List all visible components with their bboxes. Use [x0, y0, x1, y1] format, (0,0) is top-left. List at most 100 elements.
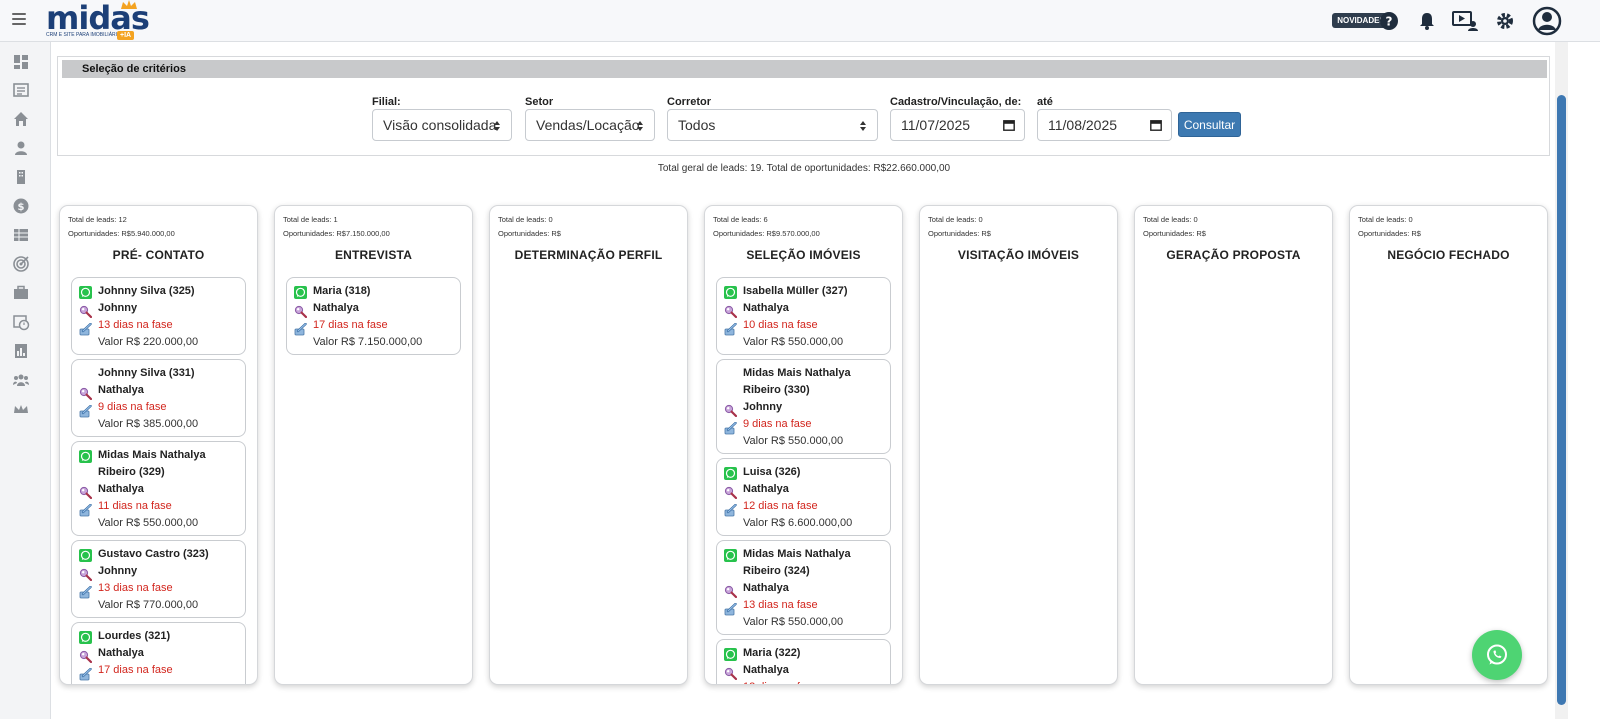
whatsapp-icon[interactable] — [79, 549, 92, 562]
whatsapp-icon[interactable] — [724, 648, 737, 661]
lead-name: Johnny Silva (325) — [98, 285, 195, 297]
user-avatar-icon[interactable] — [1532, 6, 1562, 36]
edit-lead-icon[interactable] — [79, 404, 92, 418]
lead-broker: Nathalya — [98, 483, 144, 495]
crown-icon[interactable] — [12, 400, 30, 418]
whatsapp-chat-button[interactable] — [1472, 630, 1522, 680]
search-property-icon[interactable] — [79, 387, 93, 401]
search-property-icon[interactable] — [79, 486, 93, 500]
lead-card-details: Maria (322) Nathalya 12 dias na fase — [743, 645, 888, 684]
search-property-icon[interactable] — [79, 650, 93, 664]
lead-value: Valor R$ 770.000,00 — [98, 599, 199, 611]
setor-select[interactable]: Vendas/Locação — [525, 109, 655, 141]
select-caret-icon — [494, 121, 500, 131]
home-icon[interactable] — [12, 110, 30, 128]
team-icon[interactable] — [12, 371, 30, 389]
lead-card[interactable]: Midas Mais Nathalya Ribeiro (329) Nathaly… — [71, 441, 246, 536]
edit-lead-icon[interactable] — [294, 322, 307, 336]
search-property-icon[interactable] — [294, 305, 308, 319]
kanban-column: Total de leads: 0 Oportunidades: R$ GERAÇÃ… — [1134, 205, 1333, 685]
search-property-icon[interactable] — [724, 486, 738, 500]
table-icon[interactable] — [12, 226, 30, 244]
select-caret-icon — [637, 121, 643, 131]
lead-card[interactable]: Johnny Silva (325) Johnny 13 dias na fase V… — [71, 277, 246, 355]
lead-card[interactable]: Maria (318) Nathalya 17 dias na fase Valor … — [286, 277, 461, 355]
scrollbar-thumb[interactable] — [1557, 95, 1566, 705]
menu-hamburger-icon[interactable] — [12, 13, 26, 25]
bell-icon[interactable] — [1416, 10, 1438, 32]
lead-name: Midas Mais Nathalya Ribeiro (324) — [743, 548, 851, 577]
whatsapp-icon[interactable] — [79, 450, 92, 463]
edit-lead-icon[interactable] — [79, 585, 92, 599]
lead-days-in-phase: 9 dias na fase — [98, 401, 167, 413]
logo-badge: +IA — [117, 31, 135, 40]
lead-card[interactable]: Johnny Silva (331) Nathalya 9 dias na fase… — [71, 359, 246, 437]
cadastro-date-input[interactable]: 11/07/2025 — [890, 109, 1025, 141]
corretor-select[interactable]: Todos — [667, 109, 878, 141]
whatsapp-icon[interactable] — [724, 549, 737, 562]
calendar-icon[interactable] — [1150, 119, 1162, 131]
lead-card-details: Midas Mais Nathalya Ribeiro (329) Nathaly… — [98, 447, 243, 532]
search-property-icon[interactable] — [724, 667, 738, 681]
briefcase-icon[interactable] — [12, 284, 30, 302]
lead-name: Midas Mais Nathalya Ribeiro (330) — [743, 367, 851, 396]
report-icon[interactable] — [12, 342, 30, 360]
lead-card[interactable]: Lourdes (321) Nathalya 17 dias na fase — [71, 622, 246, 684]
column-title: ENTREVISTA — [334, 248, 413, 262]
lead-card[interactable]: Midas Mais Nathalya Ribeiro (330) Johnny 9… — [716, 359, 891, 454]
lead-card[interactable]: Maria (322) Nathalya 12 dias na fase — [716, 639, 891, 684]
person-icon[interactable] — [12, 139, 30, 157]
midas-logo[interactable]: midas CRM E SITE PARA IMOBILIÁRIA +IA — [46, 0, 150, 41]
edit-lead-icon[interactable] — [724, 322, 737, 336]
consultar-button[interactable]: Consultar — [1178, 112, 1241, 137]
lead-name: Gustavo Castro (323) — [98, 548, 209, 560]
calendar-icon[interactable] — [1003, 119, 1015, 131]
search-property-icon[interactable] — [79, 305, 93, 319]
edit-lead-icon[interactable] — [724, 602, 737, 616]
filial-value: Visão consolidada — [383, 117, 497, 133]
dollar-icon[interactable]: $ — [12, 197, 30, 215]
filial-select[interactable]: Visão consolidada — [372, 109, 512, 141]
lead-card[interactable]: Luisa (326) Nathalya 12 dias na fase Valor … — [716, 458, 891, 536]
edit-lead-icon[interactable] — [724, 421, 737, 435]
cadastro-label: Cadastro/Vinculação, de: — [890, 96, 1022, 108]
lead-card[interactable]: Gustavo Castro (323) Johnny 13 dias na fas… — [71, 540, 246, 618]
lead-card-details: Midas Mais Nathalya Ribeiro (324) Nathaly… — [743, 546, 888, 631]
lead-days-in-phase: 13 dias na fase — [98, 582, 173, 594]
column-title: VISITAÇÃO IMÓVEIS — [957, 248, 1080, 262]
lead-broker: Nathalya — [743, 664, 789, 676]
gear-icon[interactable] — [1494, 10, 1516, 32]
calendar-clock-icon[interactable] — [12, 313, 30, 331]
whatsapp-icon[interactable] — [724, 286, 737, 299]
kanban-column: Total de leads: 0 Oportunidades: R$ NEGÓCI… — [1349, 205, 1548, 685]
column-title: DETERMINAÇÃO PERFIL — [514, 248, 663, 262]
whatsapp-icon[interactable] — [724, 467, 737, 480]
edit-lead-icon[interactable] — [724, 503, 737, 517]
target-icon[interactable] — [12, 255, 30, 273]
dashboard-icon[interactable] — [12, 53, 30, 71]
lead-broker: Nathalya — [98, 647, 144, 659]
search-property-icon[interactable] — [79, 568, 93, 582]
lead-card[interactable]: Isabella Müller (327) Nathalya 10 dias na … — [716, 277, 891, 355]
lead-broker: Johnny — [98, 565, 138, 577]
ate-date-input[interactable]: 11/08/2025 — [1037, 109, 1172, 141]
news-icon[interactable] — [12, 81, 30, 99]
svg-text:?: ? — [1386, 15, 1393, 29]
edit-lead-icon[interactable] — [79, 503, 92, 517]
search-property-icon[interactable] — [724, 585, 738, 599]
help-icon[interactable]: ? — [1378, 10, 1400, 32]
svg-text:$: $ — [18, 202, 25, 213]
whatsapp-icon[interactable] — [79, 631, 92, 644]
search-property-icon[interactable] — [724, 305, 738, 319]
edit-lead-icon[interactable] — [79, 667, 92, 681]
video-tutorial-icon[interactable] — [1452, 10, 1480, 32]
edit-lead-icon[interactable] — [79, 322, 92, 336]
whatsapp-icon[interactable] — [79, 286, 92, 299]
column-lead-count: Total de leads: 6 — [713, 215, 768, 224]
whatsapp-icon[interactable] — [294, 286, 307, 299]
search-property-icon[interactable] — [724, 404, 738, 418]
lead-card-details: Lourdes (321) Nathalya 17 dias na fase — [98, 628, 243, 679]
lead-card[interactable]: Midas Mais Nathalya Ribeiro (324) Nathaly… — [716, 540, 891, 635]
column-opportunity-total: Oportunidades: R$5.940.000,00 — [68, 229, 175, 238]
kanban-column: Total de leads: 6 Oportunidades: R$9.570.… — [704, 205, 903, 685]
